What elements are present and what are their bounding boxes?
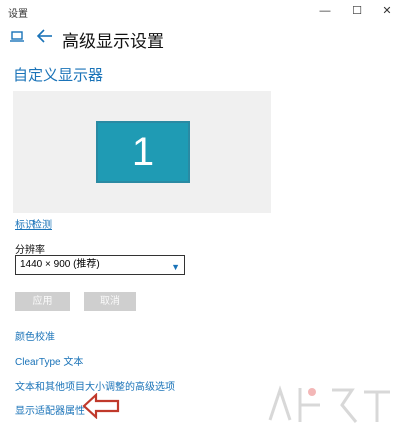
- resolution-value: 1440 × 900 (推荐): [20, 259, 100, 270]
- arrow-pointer-icon: [82, 393, 120, 419]
- page-title: 高级显示设置: [62, 32, 164, 51]
- resolution-label: 分辨率: [15, 245, 45, 256]
- display-adapter-properties-link[interactable]: 显示适配器属性: [15, 402, 85, 417]
- apply-button[interactable]: 应用: [15, 292, 70, 311]
- title-bar: 设置 — ☐ ✕: [0, 0, 400, 22]
- monitor-number: 1: [131, 130, 155, 174]
- maximize-button[interactable]: ☐: [342, 0, 372, 22]
- cancel-button[interactable]: 取消: [84, 292, 136, 311]
- page-header: 高级显示设置: [0, 22, 400, 52]
- watermark-logo: [268, 385, 390, 423]
- close-button[interactable]: ✕: [372, 0, 400, 22]
- resolution-dropdown[interactable]: 1440 × 900 (推荐) ▼: [15, 255, 185, 275]
- back-arrow-icon[interactable]: [36, 27, 54, 45]
- advanced-text-sizing-link[interactable]: 文本和其他项目大小调整的高级选项: [15, 378, 175, 393]
- window-title: 设置: [8, 9, 28, 20]
- minimize-button[interactable]: —: [310, 0, 340, 22]
- chevron-down-icon: ▼: [171, 262, 180, 272]
- cleartype-link[interactable]: ClearType 文本: [15, 353, 83, 368]
- detect-link[interactable]: 检测: [32, 216, 52, 231]
- monitor-tile[interactable]: 1: [96, 121, 190, 183]
- color-calibration-link[interactable]: 颜色校准: [15, 328, 55, 343]
- section-title: 自定义显示器: [13, 67, 104, 84]
- home-icon[interactable]: [10, 30, 24, 44]
- monitor-arrangement-area: 1: [13, 91, 271, 213]
